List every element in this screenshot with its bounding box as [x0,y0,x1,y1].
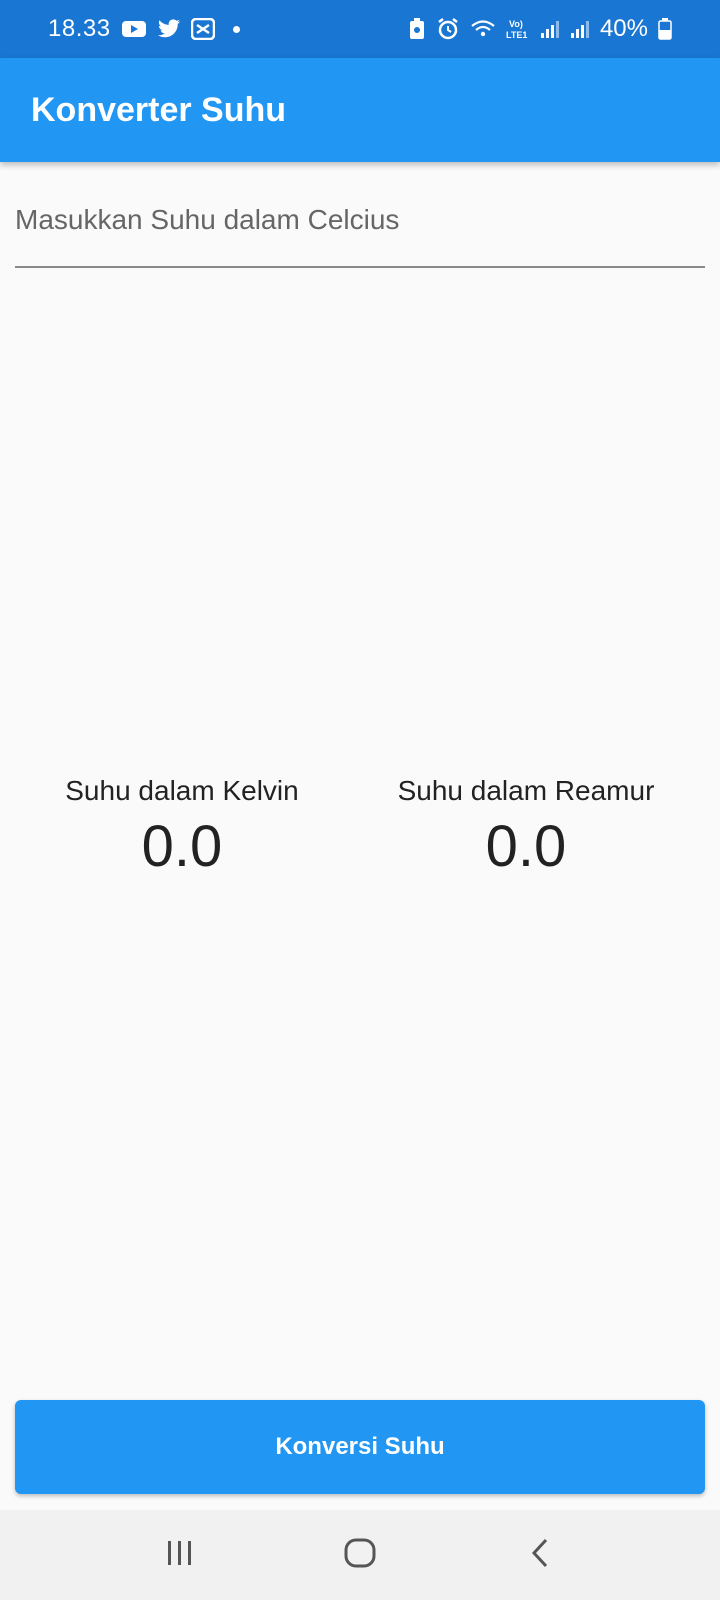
battery-percent: 40% [599,15,648,42]
svg-text:LTE1: LTE1 [506,30,527,40]
page-title: Konverter Suhu [31,90,287,129]
status-bar: 18.33 Vo) LTE1 40% [0,0,720,58]
capcut-icon [190,18,215,40]
battery-icon [658,18,672,40]
alarm-icon [436,17,460,41]
reamur-value: 0.0 [485,814,567,879]
battery-saver-icon [408,18,426,40]
home-icon [343,1537,377,1574]
recent-apps-icon [165,1539,195,1572]
status-right: Vo) LTE1 40% [408,15,672,43]
recent-apps-button[interactable] [140,1525,220,1585]
convert-button[interactable]: Konversi Suhu [15,1400,705,1494]
kelvin-value: 0.0 [141,814,223,879]
volte-lte-icon: Vo) LTE1 [506,17,530,41]
system-nav-bar [0,1510,720,1600]
reamur-label: Suhu dalam Reamur [397,775,655,806]
home-button[interactable] [320,1525,400,1585]
kelvin-label: Suhu dalam Kelvin [65,775,299,806]
celsius-input[interactable] [15,190,705,250]
back-button[interactable] [500,1525,580,1585]
wifi-icon [470,19,496,39]
app-bar: Konverter Suhu [0,58,720,162]
status-left: 18.33 [48,15,240,43]
svg-text:Vo): Vo) [509,19,523,29]
celsius-input-field[interactable] [15,190,705,268]
notification-dot [232,25,240,33]
kelvin-result: Suhu dalam Kelvin 0.0 [12,775,352,880]
back-icon [528,1537,552,1574]
twitter-icon [157,19,181,39]
signal-icon [540,19,560,39]
status-time: 18.33 [48,15,111,42]
youtube-icon [121,19,147,39]
signal-icon [570,19,590,39]
reamur-result: Suhu dalam Reamur 0.0 [356,775,696,880]
